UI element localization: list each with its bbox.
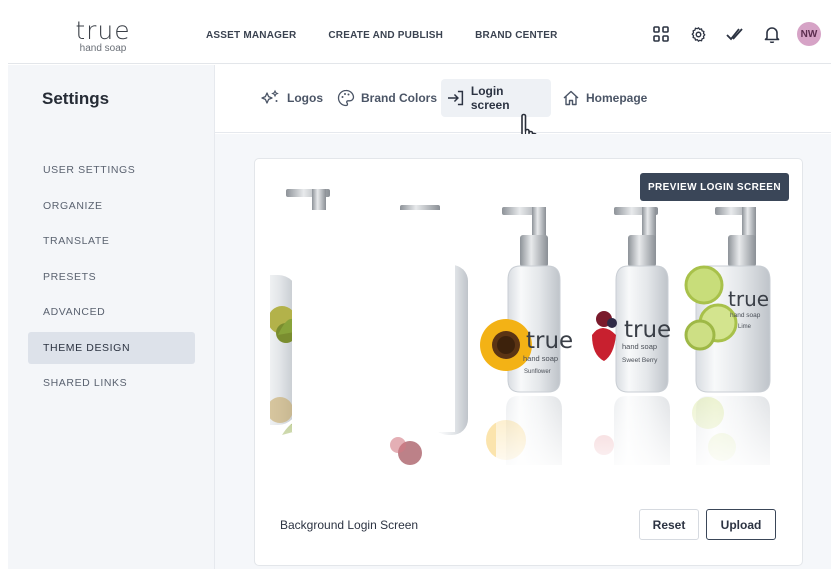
sidebar-item-advanced[interactable]: ADVANCED	[28, 296, 195, 328]
tab-homepage-label: Homepage	[586, 91, 648, 105]
palette-icon	[337, 89, 355, 107]
nav-asset-manager[interactable]: ASSET MANAGER	[206, 30, 296, 41]
top-nav: ASSET MANAGER CREATE AND PUBLISH BRAND C…	[206, 30, 590, 41]
lime-brand: true	[728, 287, 769, 311]
sidebar-item-shared-links[interactable]: SHARED LINKS	[28, 367, 195, 399]
sidebar-menu: USER SETTINGS ORGANIZE TRANSLATE PRESETS…	[28, 154, 195, 403]
image-blank-region	[292, 210, 455, 432]
upload-button[interactable]: Upload	[706, 509, 776, 540]
sidebar-title: Settings	[42, 89, 110, 108]
sidebar-item-translate[interactable]: TRANSLATE	[28, 225, 195, 257]
sparkle-icon	[261, 89, 279, 104]
sidebar-item-organize[interactable]: ORGANIZE	[28, 190, 195, 222]
sunflower-scent: Sunflower	[524, 369, 551, 375]
logo-subtext: hand soap	[79, 42, 127, 54]
bottle-lime: true hand soap Lime	[684, 207, 786, 483]
reset-button[interactable]: Reset	[639, 509, 699, 540]
tab-brand-colors-label: Brand Colors	[361, 91, 438, 105]
sunflower-sub: hand soap	[523, 354, 558, 363]
tab-brand-colors[interactable]: Brand Colors	[331, 79, 443, 117]
sunflower-brand: true	[526, 328, 573, 354]
berry-sub: hand soap	[622, 342, 657, 351]
tab-login-screen-label: Login screen	[470, 84, 510, 112]
bottle-sunflower: true hand soap Sunflower	[480, 207, 576, 483]
lime-sub: hand soap	[730, 312, 761, 319]
sidebar-item-presets[interactable]: PRESETS	[28, 261, 195, 293]
tab-logos[interactable]: Logos	[255, 79, 329, 117]
bell-icon[interactable]	[761, 23, 783, 45]
background-login-label: Background Login Screen	[280, 518, 419, 532]
settings-sidebar: Settings USER SETTINGS ORGANIZE TRANSLAT…	[8, 65, 215, 569]
sidebar-item-theme-design[interactable]: THEME DESIGN	[28, 331, 195, 364]
bottle-sweet-berry: true hand soap Sweet Berry	[590, 207, 680, 483]
gear-icon[interactable]	[687, 23, 709, 45]
brand-logo[interactable]: true hand soap	[8, 18, 198, 54]
nav-brand-center[interactable]: BRAND CENTER	[475, 30, 557, 41]
checks-icon[interactable]	[724, 23, 746, 45]
tab-logos-label: Logos	[287, 91, 323, 105]
nav-create-and-publish[interactable]: CREATE AND PUBLISH	[328, 30, 443, 41]
home-icon	[563, 90, 579, 106]
login-icon	[447, 90, 464, 106]
preview-login-screen-button[interactable]: PREVIEW LOGIN SCREEN	[640, 173, 789, 201]
logo-text: true	[75, 15, 131, 45]
top-header: true hand soap ASSET MANAGER CREATE AND …	[8, 8, 831, 64]
user-avatar[interactable]: NW	[797, 22, 821, 46]
lime-scent: Lime	[738, 324, 752, 330]
sidebar-item-user-settings[interactable]: USER SETTINGS	[28, 154, 195, 186]
berry-scent: Sweet Berry	[622, 357, 658, 364]
grid-icon[interactable]	[650, 23, 672, 45]
berry-brand: true	[624, 317, 671, 343]
tab-homepage[interactable]: Homepage	[556, 79, 653, 117]
header-actions: NW	[635, 22, 821, 46]
